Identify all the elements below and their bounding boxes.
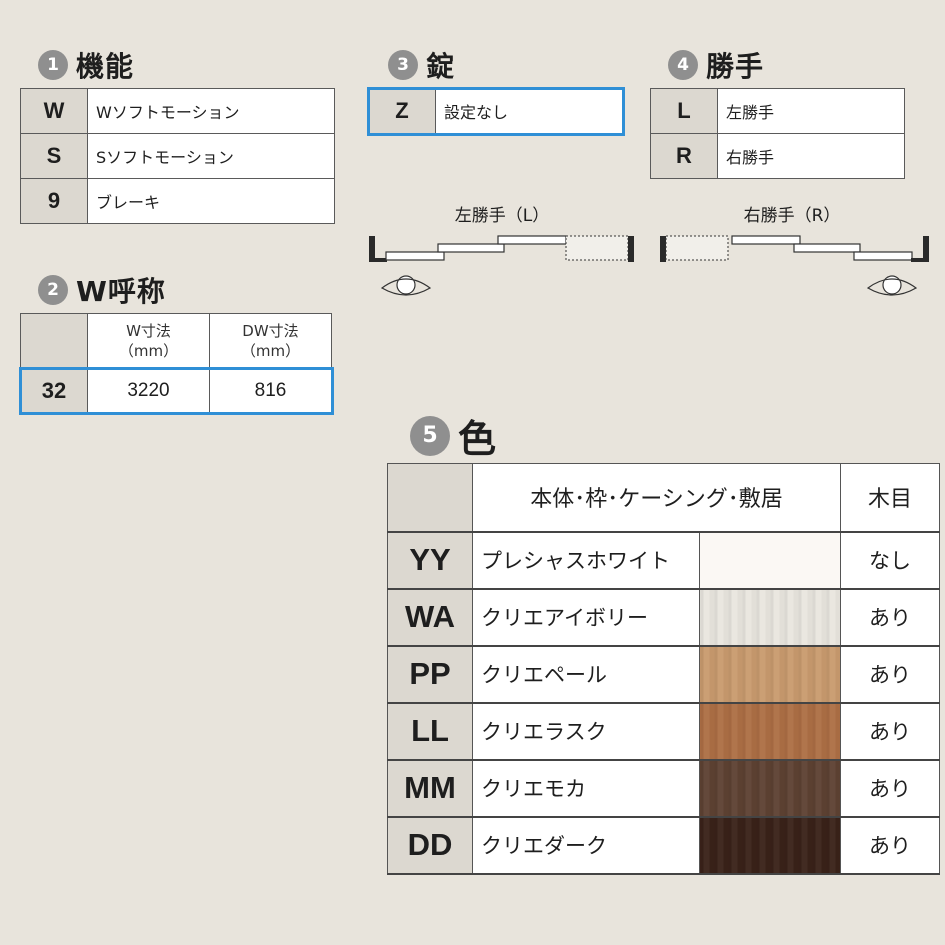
left-wall-jamb (369, 236, 375, 262)
table-row-selected[interactable]: Z 設定なし (366, 86, 625, 136)
lock-code: Z (368, 88, 436, 134)
wcall-code: 32 (20, 368, 88, 413)
table-row[interactable]: PP クリエペール あり (387, 645, 940, 703)
dw-size-label: DW寸法 (242, 322, 299, 340)
color-swatch (699, 759, 841, 817)
pocket-wall (565, 235, 629, 261)
function-desc: Wソフトモーション (87, 88, 335, 134)
color-code: WA (387, 588, 473, 646)
color-corner (387, 463, 473, 532)
color-code: PP (387, 645, 473, 703)
w-size-label: W寸法 (126, 322, 171, 340)
grain-value: あり (840, 759, 940, 817)
door-panel-1 (853, 251, 913, 261)
table-row[interactable]: S Sソフトモーション (20, 133, 335, 179)
color-name: クリエラスク (472, 702, 700, 760)
color-swatch (699, 816, 841, 874)
color-section-title: 5 色 (410, 408, 497, 463)
table-row[interactable]: 9 ブレーキ (20, 178, 335, 224)
left-hand-diagram (369, 235, 634, 296)
color-name: クリエダーク (472, 816, 700, 874)
function-title: 機能 (76, 50, 135, 83)
right-wall-jamb (923, 236, 929, 262)
table-row-selected[interactable]: 32 3220 816 (18, 366, 334, 415)
table-row: W寸法 （mm） DW寸法 （mm） (20, 313, 332, 369)
wcall-title: W呼称 (76, 275, 166, 308)
lock-table: Z 設定なし (366, 86, 625, 136)
grain-value: なし (840, 531, 940, 589)
right-hand-diagram (660, 235, 929, 296)
function-table: W Wソフトモーション S Sソフトモーション 9 ブレーキ (20, 88, 335, 224)
w-size-unit: （mm） (118, 342, 179, 360)
grain-value: あり (840, 645, 940, 703)
color-swatch (699, 645, 841, 703)
table-row[interactable]: LL クリエラスク あり (387, 702, 940, 760)
wcall-section-title: 2 W呼称 (38, 270, 166, 310)
door-panel-2 (793, 243, 861, 253)
color-swatch (699, 588, 841, 646)
parts-header: 本体･枠･ケーシング･敷居 (472, 463, 841, 532)
color-code: YY (387, 531, 473, 589)
table-row[interactable]: L 左勝手 (650, 88, 905, 134)
color-name: プレシャスホワイト (472, 531, 700, 589)
table-row[interactable]: YY プレシャスホワイト なし (387, 531, 940, 589)
function-code: S (20, 133, 88, 179)
section-number-3: 3 (388, 50, 418, 80)
hand-code: R (650, 133, 718, 179)
grain-header: 木目 (840, 463, 940, 532)
color-table-header: 本体･枠･ケーシング･敷居 木目 (387, 463, 940, 532)
w-size-value: 3220 (87, 368, 210, 413)
door-panel-2 (437, 243, 505, 253)
hand-table: L 左勝手 R 右勝手 (650, 88, 905, 179)
function-code: W (20, 88, 88, 134)
w-size-header: W寸法 （mm） (87, 313, 210, 369)
section-number-4: 4 (668, 50, 698, 80)
hand-code: L (650, 88, 718, 134)
grain-value: あり (840, 702, 940, 760)
dw-size-unit: （mm） (240, 342, 301, 360)
table-row[interactable]: W Wソフトモーション (20, 88, 335, 134)
color-code: LL (387, 702, 473, 760)
color-name: クリエペール (472, 645, 700, 703)
hand-section-title: 4 勝手 (668, 45, 764, 85)
door-panel-3 (497, 235, 567, 245)
color-swatch (699, 531, 841, 589)
grain-value: あり (840, 588, 940, 646)
dw-size-value: 816 (209, 368, 332, 413)
color-name: クリエアイボリー (472, 588, 700, 646)
section-number-1: 1 (38, 50, 68, 80)
pocket-wall (665, 235, 729, 261)
door-panel-3 (731, 235, 801, 245)
function-section-title: 1 機能 (38, 45, 134, 85)
grain-value: あり (840, 816, 940, 874)
table-row[interactable]: WA クリエアイボリー あり (387, 588, 940, 646)
section-number-2: 2 (38, 275, 68, 305)
hand-title: 勝手 (706, 50, 765, 83)
lock-section-title: 3 錠 (388, 45, 455, 85)
dw-size-header: DW寸法 （mm） (209, 313, 332, 369)
color-swatch (699, 702, 841, 760)
lock-desc: 設定なし (435, 88, 623, 134)
hand-desc: 右勝手 (717, 133, 905, 179)
color-name: クリエモカ (472, 759, 700, 817)
color-table: 本体･枠･ケーシング･敷居 木目 YY プレシャスホワイト なし WA クリエア… (387, 463, 940, 875)
color-title: 色 (458, 417, 498, 461)
section-number-5: 5 (410, 415, 450, 456)
function-desc: Sソフトモーション (87, 133, 335, 179)
table-row[interactable]: MM クリエモカ あり (387, 759, 940, 817)
color-code: DD (387, 816, 473, 874)
color-code: MM (387, 759, 473, 817)
wcall-table: W寸法 （mm） DW寸法 （mm） 32 3220 816 (18, 313, 334, 415)
door-panel-1 (385, 251, 445, 261)
table-row[interactable]: R 右勝手 (650, 133, 905, 179)
function-code: 9 (20, 178, 88, 224)
wcall-corner (20, 313, 88, 369)
hand-desc: 左勝手 (717, 88, 905, 134)
function-desc: ブレーキ (87, 178, 335, 224)
lock-title: 錠 (426, 50, 456, 83)
table-row[interactable]: DD クリエダーク あり (387, 816, 940, 874)
